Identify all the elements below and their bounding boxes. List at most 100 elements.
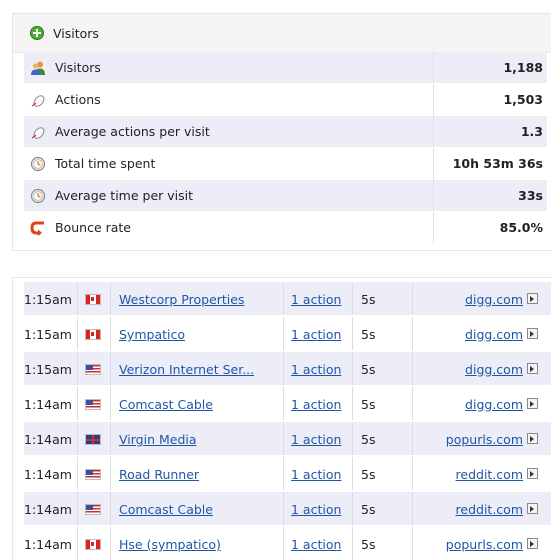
stat-row-total-time: Total time spent 10h 53m 36s (24, 148, 547, 179)
column-divider (412, 282, 413, 315)
table-row: 1:14am Road Runner 1 action 5s reddit.co… (24, 457, 551, 490)
visitors-summary-panel: Visitors Visitors 1,188 Actions 1,503 Av… (12, 13, 551, 251)
stat-row-bounce-rate: Bounce rate 85.0% (24, 212, 547, 243)
actions-link[interactable]: 1 action (291, 502, 341, 517)
column-divider (433, 52, 434, 83)
column-divider (110, 282, 111, 315)
visit-duration: 5s (361, 467, 376, 482)
uk-flag-icon (85, 434, 101, 445)
stat-label: Total time spent (55, 156, 156, 171)
actions-link[interactable]: 1 action (291, 292, 341, 307)
mouse-icon (31, 95, 45, 107)
referrer-link[interactable]: popurls.com (446, 432, 523, 447)
column-divider (352, 282, 353, 315)
referrer-link[interactable]: reddit.com (456, 467, 523, 482)
panel-header: Visitors (13, 14, 551, 53)
actions-link[interactable]: 1 action (291, 467, 341, 482)
isp-link[interactable]: Comcast Cable (119, 397, 213, 412)
stat-value: 1,188 (503, 60, 543, 75)
column-divider (352, 492, 353, 525)
column-divider (283, 282, 284, 315)
referrer-link[interactable]: digg.com (465, 397, 523, 412)
visit-duration: 5s (361, 362, 376, 377)
actions-link[interactable]: 1 action (291, 537, 341, 552)
referrer-link[interactable]: digg.com (465, 327, 523, 342)
actions-link[interactable]: 1 action (291, 362, 341, 377)
external-link-icon[interactable] (527, 398, 538, 409)
isp-link[interactable]: Hse (sympatico) (119, 537, 221, 552)
column-divider (433, 180, 434, 211)
column-divider (110, 317, 111, 350)
referrer-link[interactable]: digg.com (465, 362, 523, 377)
clock-icon (30, 156, 46, 172)
column-divider (283, 422, 284, 455)
column-divider (352, 527, 353, 560)
visit-time: 1:14am (24, 432, 72, 447)
external-link-icon[interactable] (527, 363, 538, 374)
external-link-icon[interactable] (527, 293, 538, 304)
column-divider (352, 387, 353, 420)
stat-label: Actions (55, 92, 101, 107)
column-divider (77, 457, 78, 490)
visit-time: 1:14am (24, 502, 72, 517)
external-link-icon[interactable] (527, 433, 538, 444)
column-divider (412, 492, 413, 525)
external-link-icon[interactable] (527, 468, 538, 479)
column-divider (77, 527, 78, 560)
stat-value: 33s (518, 188, 543, 203)
external-link-icon[interactable] (527, 328, 538, 339)
table-row: 1:14am Hse (sympatico) 1 action 5s popur… (24, 527, 551, 560)
referrer-link[interactable]: reddit.com (456, 502, 523, 517)
column-divider (412, 387, 413, 420)
mouse-icon (31, 127, 45, 139)
column-divider (412, 527, 413, 560)
column-divider (433, 148, 434, 179)
external-link-icon[interactable] (527, 538, 538, 549)
column-divider (283, 352, 284, 385)
stat-label: Bounce rate (55, 220, 131, 235)
actions-link[interactable]: 1 action (291, 397, 341, 412)
stat-label: Visitors (55, 60, 101, 75)
external-link-icon[interactable] (527, 503, 538, 514)
column-divider (77, 422, 78, 455)
usa-flag-icon (85, 364, 101, 375)
visit-time: 1:14am (24, 397, 72, 412)
isp-link[interactable]: Comcast Cable (119, 502, 213, 517)
actions-link[interactable]: 1 action (291, 432, 341, 447)
isp-link[interactable]: Virgin Media (119, 432, 197, 447)
expand-plus-icon[interactable] (30, 26, 44, 40)
stat-value: 1.3 (520, 124, 543, 139)
column-divider (77, 317, 78, 350)
table-row: 1:15am Verizon Internet Ser... 1 action … (24, 352, 551, 385)
visit-duration: 5s (361, 502, 376, 517)
stat-row-visitors: Visitors 1,188 (24, 52, 547, 83)
column-divider (110, 527, 111, 560)
column-divider (77, 387, 78, 420)
actions-link[interactable]: 1 action (291, 327, 341, 342)
column-divider (110, 352, 111, 385)
column-divider (283, 317, 284, 350)
isp-link[interactable]: Sympatico (119, 327, 185, 342)
table-row: 1:14am Comcast Cable 1 action 5s reddit.… (24, 492, 551, 525)
referrer-link[interactable]: digg.com (465, 292, 523, 307)
visit-time: 1:15am (24, 292, 72, 307)
table-row: 1:15am Westcorp Properties 1 action 5s d… (24, 282, 551, 315)
column-divider (77, 352, 78, 385)
column-divider (412, 352, 413, 385)
canada-flag-icon (85, 539, 101, 550)
column-divider (283, 492, 284, 525)
stat-value: 85.0% (499, 220, 543, 235)
isp-link[interactable]: Verizon Internet Ser... (119, 362, 254, 377)
isp-link[interactable]: Westcorp Properties (119, 292, 244, 307)
visitors-icon (31, 61, 45, 75)
panel-title: Visitors (53, 26, 99, 41)
referrer-link[interactable]: popurls.com (446, 537, 523, 552)
column-divider (352, 457, 353, 490)
visit-duration: 5s (361, 292, 376, 307)
column-divider (433, 212, 434, 243)
table-row: 1:15am Sympatico 1 action 5s digg.com (24, 317, 551, 350)
usa-flag-icon (85, 504, 101, 515)
isp-link[interactable]: Road Runner (119, 467, 199, 482)
column-divider (433, 84, 434, 115)
visit-duration: 5s (361, 537, 376, 552)
